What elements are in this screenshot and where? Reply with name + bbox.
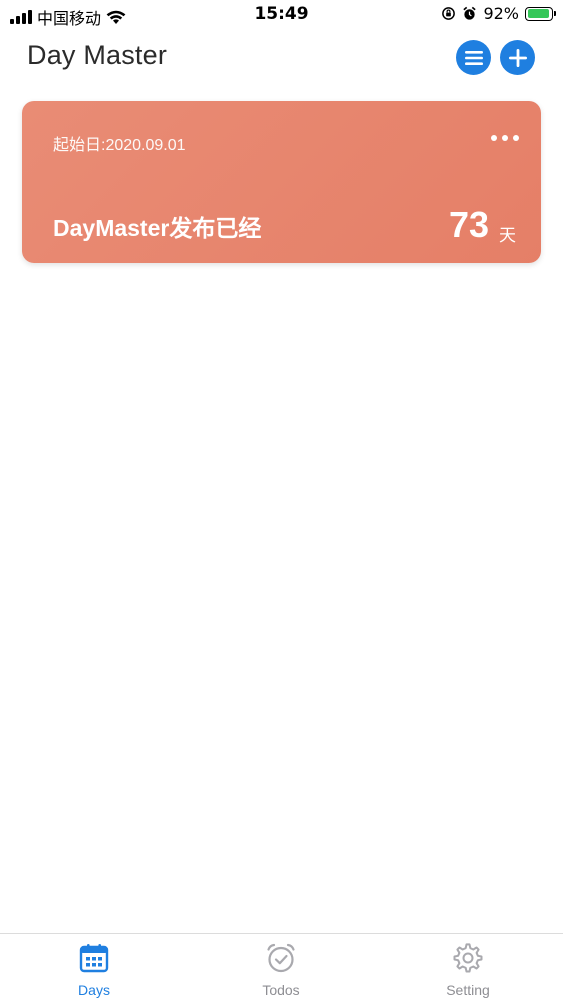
battery-icon (525, 6, 556, 21)
status-right: 92% (441, 4, 556, 23)
list-icon (464, 50, 483, 65)
tab-setting-label: Setting (446, 982, 490, 998)
tab-setting[interactable]: Setting (408, 942, 528, 998)
menu-button[interactable] (456, 40, 491, 75)
alarm-icon (463, 6, 477, 20)
page-title: Day Master (27, 40, 168, 70)
alarm-clock-icon (267, 943, 295, 973)
more-options-icon[interactable] (491, 135, 519, 141)
tab-bar: Days Todos Setting (0, 933, 563, 1001)
calendar-icon (79, 944, 109, 973)
status-bar: 中国移动 15:49 92% (0, 0, 563, 30)
battery-percent: 92% (483, 4, 519, 23)
tab-todos-label: Todos (262, 982, 300, 998)
tab-days[interactable]: Days (34, 942, 154, 998)
day-count: 73 (448, 204, 489, 245)
add-button[interactable] (500, 40, 535, 75)
gear-icon (453, 943, 483, 973)
plus-icon (508, 48, 527, 67)
day-unit: 天 (499, 226, 516, 245)
start-date-label: 起始日:2020.09.01 (53, 137, 186, 154)
day-card[interactable]: 起始日:2020.09.01 DayMaster发布已经 73 天 (22, 101, 541, 263)
event-title: DayMaster发布已经 (53, 215, 262, 241)
tab-days-label: Days (78, 982, 110, 998)
orientation-lock-icon (442, 7, 456, 20)
tab-todos[interactable]: Todos (221, 942, 341, 998)
